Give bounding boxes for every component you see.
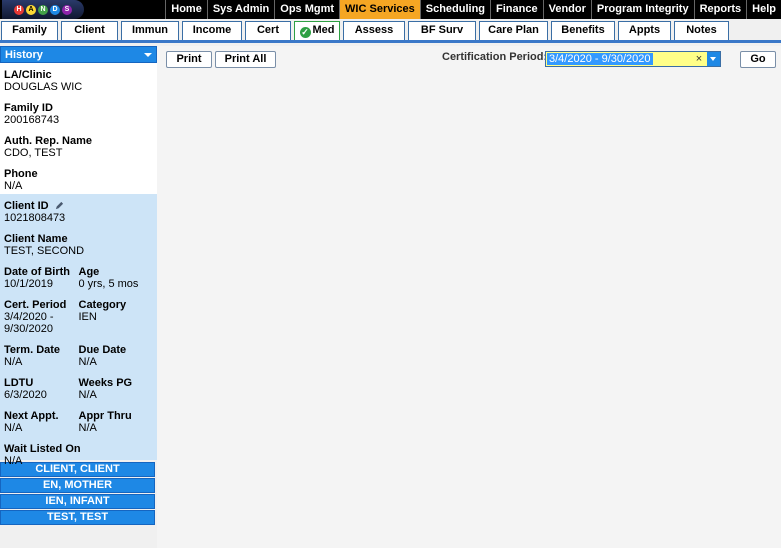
nav-divider <box>0 40 781 43</box>
history-dropdown[interactable]: History <box>0 46 157 63</box>
tab-immun[interactable]: Immun <box>121 21 179 40</box>
category-value: IEN <box>78 311 97 323</box>
wait-listed-label: Wait Listed On <box>4 443 81 455</box>
ldtu-weeks-row: LDTU 6/3/2020 Weeks PG N/A <box>4 377 153 410</box>
tab-med-label: Med <box>312 24 335 36</box>
app-logo[interactable]: H A N D S <box>2 0 84 19</box>
next-appt-value: N/A <box>4 422 23 434</box>
logo-letter: S <box>62 4 72 15</box>
cert-period-select-label: Certification Period: <box>442 51 548 63</box>
weeks-pg-label: Weeks PG <box>78 377 133 389</box>
history-label: History <box>5 49 43 61</box>
client-button[interactable]: EN, MOTHER <box>0 478 155 493</box>
client-button[interactable]: CLIENT, CLIENT <box>0 462 155 477</box>
weeks-pg-value: N/A <box>78 389 97 401</box>
pencil-icon[interactable] <box>55 201 64 210</box>
age-value: 0 yrs, 5 mos <box>78 278 139 290</box>
check-icon: ✓ <box>299 27 311 38</box>
nav-sys-admin[interactable]: Sys Admin <box>206 0 275 19</box>
due-date-value: N/A <box>78 356 97 368</box>
term-date-value: N/A <box>4 356 23 368</box>
dob-age-row: Date of Birth 10/1/2019 Age 0 yrs, 5 mos <box>4 266 153 299</box>
tab-care-plan[interactable]: Care Plan <box>479 21 548 40</box>
term-due-row: Term. Date N/A Due Date N/A <box>4 344 153 377</box>
client-id-label: Client ID <box>4 200 153 212</box>
family-client-list: CLIENT, CLIENT EN, MOTHER IEN, INFANT TE… <box>0 462 157 525</box>
la-clinic-value: DOUGLAS WIC <box>4 81 83 93</box>
nav-help[interactable]: Help <box>746 0 781 19</box>
ldtu-label: LDTU <box>4 377 34 389</box>
family-id-value: 200168743 <box>4 114 60 126</box>
logo-letter: A <box>26 4 36 15</box>
age-label: Age <box>78 266 100 278</box>
appr-thru-value: N/A <box>78 422 97 434</box>
tab-med[interactable]: ✓ Med <box>294 21 340 40</box>
client-id-label-text: Client ID <box>4 200 49 212</box>
ldtu-value: 6/3/2020 <box>4 389 47 401</box>
print-all-button[interactable]: Print All <box>215 51 276 68</box>
nav-ops-mgmt[interactable]: Ops Mgmt <box>274 0 340 19</box>
main-content: Print Print All Certification Period: 3/… <box>157 46 781 548</box>
dob-label: Date of Birth <box>4 266 70 278</box>
nav-vendor[interactable]: Vendor <box>542 0 591 19</box>
tab-cert[interactable]: Cert <box>245 21 291 40</box>
client-button[interactable]: TEST, TEST <box>0 510 155 525</box>
logo-letter: N <box>38 4 48 15</box>
chevron-down-icon <box>144 53 152 57</box>
auth-rep-label: Auth. Rep. Name <box>4 135 93 147</box>
client-name-value: TEST, SECOND <box>4 245 85 257</box>
cert-period-select[interactable]: 3/4/2020 - 9/30/2020 × <box>545 51 721 67</box>
sub-nav: Family Client Immun Income Cert ✓ Med Ass… <box>0 21 781 40</box>
tab-family[interactable]: Family <box>1 21 58 40</box>
appt-row: Next Appt. N/A Appr Thru N/A <box>4 410 153 443</box>
nav-finance[interactable]: Finance <box>490 0 543 19</box>
chevron-down-icon[interactable] <box>707 52 720 66</box>
tab-assess[interactable]: Assess <box>343 21 405 40</box>
category-label: Category <box>78 299 127 311</box>
client-info: Client ID 1021808473 Client Name TEST, S… <box>0 194 157 467</box>
client-id-value: 1021808473 <box>4 212 66 224</box>
nav-wic-services[interactable]: WIC Services <box>339 0 420 19</box>
nav-program-integrity[interactable]: Program Integrity <box>590 0 694 19</box>
main-nav: Home Sys Admin Ops Mgmt WIC Services Sch… <box>165 0 781 19</box>
cert-period-value-end: 9/30/2020 <box>4 323 53 335</box>
nav-home[interactable]: Home <box>165 0 207 19</box>
due-date-label: Due Date <box>78 344 127 356</box>
next-appt-label: Next Appt. <box>4 410 59 422</box>
nav-reports[interactable]: Reports <box>693 0 747 19</box>
tab-benefits[interactable]: Benefits <box>551 21 615 40</box>
tab-client[interactable]: Client <box>61 21 118 40</box>
tab-bf-surv[interactable]: BF Surv <box>408 21 476 40</box>
clear-icon[interactable]: × <box>694 52 704 66</box>
nav-scheduling[interactable]: Scheduling <box>419 0 491 19</box>
logo-letter: D <box>50 4 60 15</box>
phone-value: N/A <box>4 180 23 192</box>
print-button[interactable]: Print <box>166 51 212 68</box>
client-name-label: Client Name <box>4 233 68 245</box>
client-summary-panel: History LA/Clinic DOUGLAS WIC Family ID … <box>0 46 157 526</box>
cert-period-value-start: 3/4/2020 - <box>4 311 54 323</box>
term-date-label: Term. Date <box>4 344 61 356</box>
tab-notes[interactable]: Notes <box>674 21 729 40</box>
cert-category-row: Cert. Period 3/4/2020 - 9/30/2020 Catego… <box>4 299 153 344</box>
auth-rep-value: CDO, TEST <box>4 147 63 159</box>
appr-thru-label: Appr Thru <box>78 410 132 422</box>
tab-income[interactable]: Income <box>182 21 242 40</box>
tab-appts[interactable]: Appts <box>618 21 671 40</box>
top-bar: H A N D S Home Sys Admin Ops Mgmt WIC Se… <box>0 0 781 19</box>
family-id-label: Family ID <box>4 102 53 114</box>
phone-label: Phone <box>4 168 38 180</box>
cert-period-label: Cert. Period <box>4 299 67 311</box>
logo-letter: H <box>14 4 24 15</box>
go-button[interactable]: Go <box>740 51 776 68</box>
cert-period-selected-value: 3/4/2020 - 9/30/2020 <box>547 53 653 65</box>
client-button[interactable]: IEN, INFANT <box>0 494 155 509</box>
la-clinic-label: LA/Clinic <box>4 69 52 81</box>
dob-value: 10/1/2019 <box>4 278 53 290</box>
family-info: LA/Clinic DOUGLAS WIC Family ID 20016874… <box>0 63 157 194</box>
